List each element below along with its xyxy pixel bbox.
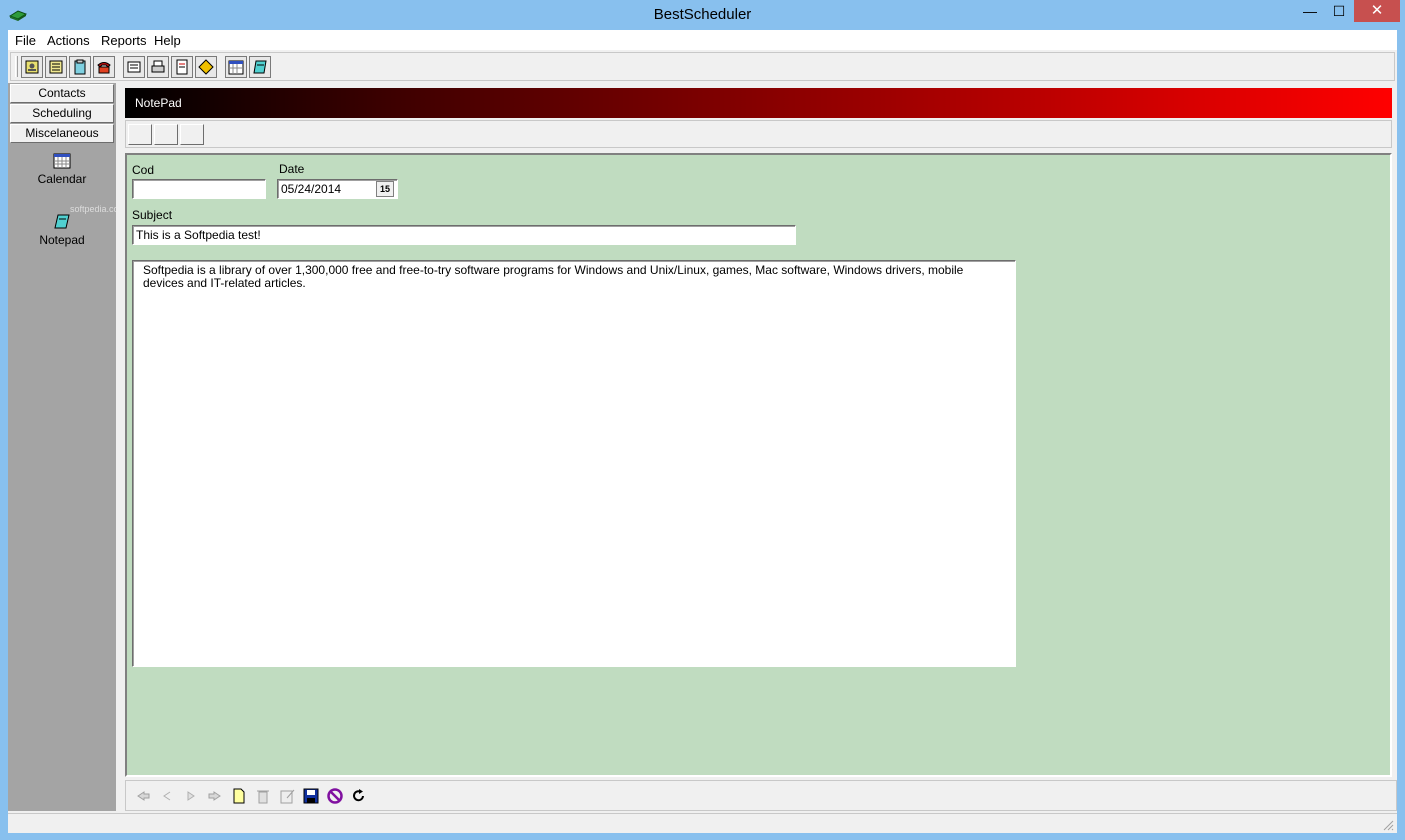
app-window: BestScheduler — ☐ ✕ File Actions Reports… (0, 0, 1405, 840)
notepad-icon (54, 214, 70, 229)
telephone-button[interactable] (93, 56, 115, 78)
content-pane: NotePad Cod Date 05/24/2014 15 Subject T… (122, 83, 1397, 811)
reminder-button[interactable] (123, 56, 145, 78)
main-toolbar (10, 52, 1395, 81)
notepad-button[interactable] (249, 56, 271, 78)
nav-item-calendar-label: Calendar (37, 172, 87, 186)
nav-group-miscelaneous[interactable]: Miscelaneous (10, 124, 114, 143)
form-toolbar-button-1[interactable] (128, 124, 152, 145)
nav-item-notepad-label: Notepad (39, 233, 85, 247)
menu-bar: File Actions Reports Help (8, 30, 1397, 50)
record-navigator (125, 780, 1397, 811)
new-icon (233, 788, 245, 804)
contacts-card-button[interactable] (21, 56, 43, 78)
next-record-button[interactable] (180, 785, 202, 807)
diamond-icon (198, 59, 214, 75)
contacts-card-icon (25, 60, 39, 74)
save-record-button[interactable] (300, 785, 322, 807)
telephone-icon (97, 62, 111, 74)
clipboard-icon (74, 59, 86, 75)
subject-label: Subject (132, 208, 173, 222)
minimize-button[interactable]: — (1297, 0, 1323, 22)
subject-field[interactable]: This is a Softpedia test! (132, 225, 796, 245)
menu-reports[interactable]: Reports (101, 33, 147, 48)
first-record-button[interactable] (132, 785, 154, 807)
memo-textarea[interactable]: Softpedia is a library of over 1,300,000… (132, 260, 1016, 667)
reminder-icon (127, 61, 141, 73)
report-button[interactable] (171, 56, 193, 78)
nav-group-scheduling[interactable]: Scheduling (10, 104, 114, 123)
menu-help[interactable]: Help (154, 33, 181, 48)
date-picker-button[interactable]: 15 (376, 181, 394, 197)
report-icon (176, 59, 188, 75)
nav-group-contacts[interactable]: Contacts (10, 84, 114, 103)
maximize-button[interactable]: ☐ (1325, 0, 1353, 22)
client-area: File Actions Reports Help Contacts Sched… (8, 30, 1397, 833)
calendar-icon (53, 153, 71, 169)
edit-icon (280, 789, 295, 804)
page-title: NotePad (135, 96, 182, 110)
navigation-pane: Contacts Scheduling Miscelaneous Calenda… (8, 83, 126, 811)
delete-icon (257, 790, 269, 804)
date-value: 05/24/2014 (281, 182, 342, 196)
status-bar (8, 813, 1397, 833)
close-button[interactable]: ✕ (1354, 0, 1400, 22)
contacts-list-icon (49, 60, 63, 74)
window-title: BestScheduler (653, 6, 752, 23)
cancel-icon (327, 788, 343, 804)
form-toolbar-button-3[interactable] (180, 124, 204, 145)
nav-item-calendar[interactable]: Calendar (8, 152, 116, 186)
refresh-record-button[interactable] (348, 785, 370, 807)
first-icon (137, 791, 150, 801)
printer-button[interactable] (147, 56, 169, 78)
save-icon (303, 788, 319, 804)
last-record-button[interactable] (204, 785, 226, 807)
cancel-record-button[interactable] (324, 785, 346, 807)
clipboard-button[interactable] (69, 56, 91, 78)
printer-icon (151, 60, 165, 73)
form-toolbar (125, 120, 1392, 148)
prior-icon (163, 791, 171, 801)
cod-label: Cod (132, 163, 155, 177)
contacts-list-button[interactable] (45, 56, 67, 78)
menu-actions[interactable]: Actions (47, 33, 90, 48)
cod-field[interactable] (132, 179, 266, 199)
diamond-button[interactable] (195, 56, 217, 78)
toolbar-grip[interactable] (15, 56, 18, 77)
calendar-button[interactable] (225, 56, 247, 78)
last-icon (208, 791, 221, 801)
title-bar[interactable]: BestScheduler — ☐ ✕ (0, 0, 1405, 30)
notepad-form: Cod Date 05/24/2014 15 Subject This is a… (125, 153, 1392, 777)
form-toolbar-button-2[interactable] (154, 124, 178, 145)
refresh-icon (353, 789, 364, 802)
menu-file[interactable]: File (15, 33, 36, 48)
prior-record-button[interactable] (156, 785, 178, 807)
resize-grip-icon[interactable] (1382, 819, 1394, 831)
new-record-button[interactable] (228, 785, 250, 807)
calendar-icon (228, 60, 244, 75)
next-icon (187, 791, 195, 801)
date-label: Date (279, 162, 305, 176)
header-banner: NotePad (125, 88, 1392, 118)
nav-item-notepad[interactable]: Notepad (8, 213, 116, 247)
edit-record-button[interactable] (276, 785, 298, 807)
delete-record-button[interactable] (252, 785, 274, 807)
notepad-icon (253, 60, 267, 74)
